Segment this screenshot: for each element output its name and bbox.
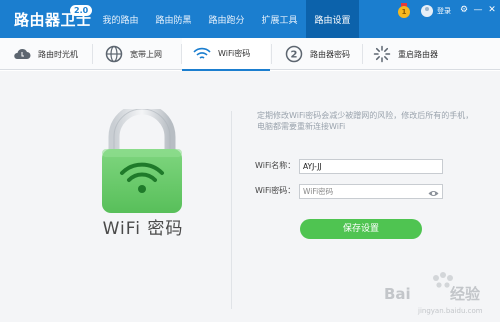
tab-label: 宽带上网 — [130, 49, 162, 59]
tab-label: 路由器密码 — [310, 49, 350, 59]
eye-icon[interactable] — [428, 188, 439, 196]
ssid-input[interactable]: AYJ-JJ — [299, 159, 443, 174]
wifi-icon — [192, 44, 212, 64]
tab-wifi-password[interactable]: WiFi密码 — [182, 38, 270, 71]
wifi-lock-icon — [96, 103, 188, 229]
close-icon[interactable]: ✕ — [486, 4, 498, 16]
panel-heading: WiFi 密码 — [102, 219, 184, 239]
nav-router-settings[interactable]: 路由设置 — [306, 0, 359, 38]
ssid-label: WiFi名称： — [255, 161, 296, 170]
restart-icon — [372, 44, 392, 64]
login-link[interactable]: 登录 — [437, 5, 451, 17]
subtab-bar: 路由时光机 宽带上网 WiFi密码 2 路由器密码 重启路由器 — [0, 38, 500, 71]
avatar[interactable] — [421, 5, 433, 17]
top-bar: 路由器卫士 2.0 我的路由 路由防黑 路由跑分 扩展工具 路由设置 1 登录 … — [0, 0, 500, 38]
cloud-icon — [12, 44, 32, 64]
tab-label: WiFi密码 — [218, 49, 251, 58]
main-nav: 我的路由 路由防黑 路由跑分 扩展工具 路由设置 — [94, 0, 359, 38]
tab-label: 重启路由器 — [398, 49, 438, 59]
minimize-icon[interactable]: — — [472, 4, 484, 16]
medal-icon[interactable]: 1 — [398, 3, 410, 18]
version-badge: 2.0 — [70, 5, 93, 16]
panel-divider — [231, 111, 232, 309]
nav-my-router[interactable]: 我的路由 — [94, 0, 147, 38]
svg-text:经验: 经验 — [450, 285, 481, 303]
key-lock-icon: 2 — [284, 44, 304, 64]
nav-extensions[interactable]: 扩展工具 — [253, 0, 306, 38]
tab-router-password[interactable]: 2 路由器密码 — [284, 38, 350, 70]
tab-label: 路由时光机 — [38, 49, 78, 59]
svg-text:Bai: Bai — [384, 285, 411, 303]
globe-icon — [104, 44, 124, 64]
nav-router-benchmark[interactable]: 路由跑分 — [200, 0, 253, 38]
baidu-jingyan-watermark: Bai 经验 jingyan.baidu.com — [378, 268, 496, 318]
password-label: WiFi密码： — [255, 186, 296, 195]
nav-router-security[interactable]: 路由防黑 — [147, 0, 200, 38]
svg-text:jingyan.baidu.com: jingyan.baidu.com — [417, 307, 483, 315]
settings-gear-icon[interactable]: ⚙ — [458, 4, 470, 16]
password-input[interactable]: WiFi密码 — [299, 184, 443, 199]
tab-divider — [92, 44, 93, 64]
tab-divider — [271, 44, 272, 64]
svg-text:2: 2 — [291, 50, 298, 61]
tab-divider — [362, 44, 363, 64]
tab-broadband[interactable]: 宽带上网 — [104, 38, 162, 70]
panel-description: 定期修改WiFi密码会减少被蹭网的风险，修改后所有的手机，电脑都需要重新连接Wi… — [257, 111, 474, 131]
tab-router-time-machine[interactable]: 路由时光机 — [12, 38, 78, 70]
tab-restart-router[interactable]: 重启路由器 — [372, 38, 438, 70]
save-button[interactable]: 保存设置 — [300, 219, 422, 239]
password-placeholder: WiFi密码 — [303, 187, 334, 196]
